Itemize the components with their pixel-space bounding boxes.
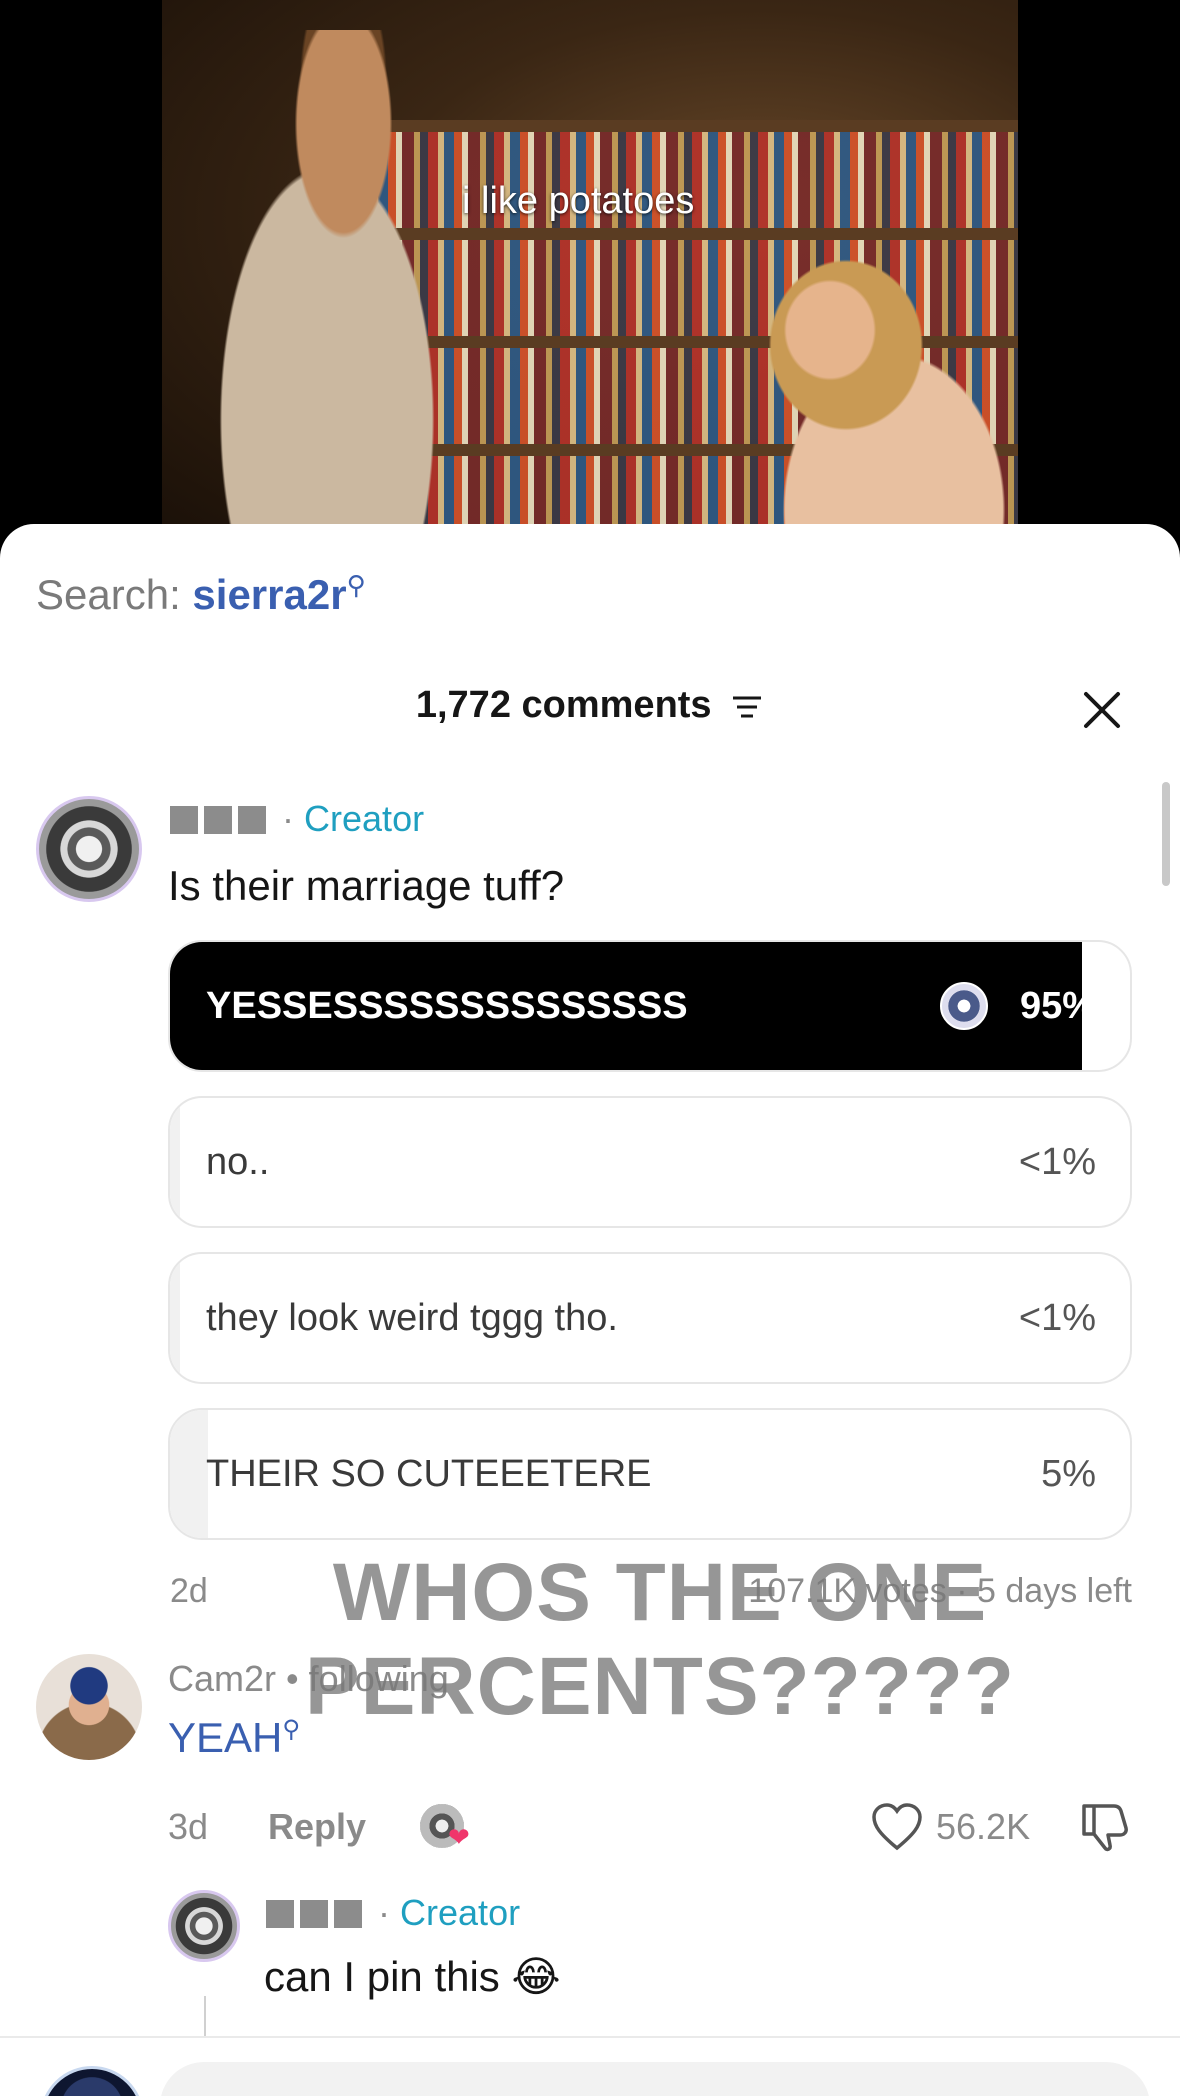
video-player[interactable]: i like potatoes bbox=[0, 0, 1180, 560]
redacted-name bbox=[204, 806, 232, 834]
poll-option-label: YESSESSSSSSSSSSSSSS bbox=[206, 985, 688, 1027]
poll-fill bbox=[170, 1410, 209, 1538]
comment-text[interactable]: YEAH⚲ bbox=[168, 1714, 300, 1762]
man-figure bbox=[162, 30, 492, 540]
comment-age: 3d bbox=[168, 1806, 209, 1847]
creator-tag: Creator bbox=[400, 1892, 521, 1933]
dislike-icon[interactable] bbox=[1078, 1800, 1134, 1854]
comment-input[interactable] bbox=[160, 2062, 1150, 2096]
overlay-text: WHOS THE ONE PERCENTS????? bbox=[300, 1546, 1020, 1734]
comment-text: can I pin this 😂 bbox=[264, 1953, 561, 2000]
avatar[interactable] bbox=[36, 796, 142, 902]
poll-option-percent: 5% bbox=[1041, 1453, 1096, 1495]
redacted-name bbox=[266, 1900, 294, 1928]
search-icon: ⚲ bbox=[346, 570, 366, 600]
poll-option-label: no.. bbox=[206, 1141, 270, 1183]
poll-option-percent: <1% bbox=[1018, 1141, 1096, 1183]
separator-dot: · bbox=[378, 1892, 391, 1933]
thread-line bbox=[204, 1996, 206, 2036]
video-frame bbox=[162, 0, 1018, 540]
reply-button[interactable]: Reply bbox=[268, 1806, 366, 1848]
scrollbar[interactable] bbox=[1162, 782, 1170, 886]
comment-author[interactable]: · Creator bbox=[266, 1892, 520, 1934]
comment-search-link[interactable]: YEAH bbox=[168, 1714, 282, 1761]
search-query[interactable]: sierra2r bbox=[192, 571, 346, 618]
avatar[interactable] bbox=[36, 1654, 142, 1760]
poll-option[interactable]: they look weird tggg tho. <1% bbox=[168, 1252, 1132, 1384]
like-count: 56.2K bbox=[936, 1806, 1031, 1847]
overlay-line: PERCENTS????? bbox=[305, 1641, 1015, 1732]
comments-sheet: Search: sierra2r⚲ 1,772 comments · Creat… bbox=[0, 524, 1180, 2096]
comment-text: Is their marriage tuff? bbox=[168, 862, 565, 909]
poll-option-percent: 95% bbox=[1019, 985, 1096, 1027]
redacted-name bbox=[300, 1900, 328, 1928]
poll-option-label: THEIR SO CUTEEETERE bbox=[206, 1453, 652, 1495]
heart-icon[interactable] bbox=[870, 1802, 924, 1852]
separator-dot: • bbox=[286, 1658, 299, 1699]
video-caption: i like potatoes bbox=[462, 180, 695, 222]
comment-author[interactable]: · Creator bbox=[170, 798, 424, 840]
search-icon: ⚲ bbox=[282, 1716, 300, 1743]
divider bbox=[0, 2036, 1180, 2038]
redacted-name bbox=[238, 806, 266, 834]
heart-badge-icon: ❤ bbox=[448, 1822, 470, 1852]
poll-fill bbox=[170, 1098, 180, 1226]
comments-header: 1,772 comments bbox=[0, 684, 1180, 744]
separator-dot: · bbox=[282, 798, 295, 839]
redacted-name bbox=[170, 806, 198, 834]
voter-avatar-icon bbox=[940, 982, 988, 1030]
author-name: Cam2r bbox=[168, 1658, 277, 1699]
search-suggestion[interactable]: Search: sierra2r⚲ bbox=[36, 570, 366, 619]
avatar[interactable] bbox=[168, 1890, 240, 1962]
filter-icon[interactable] bbox=[730, 692, 764, 722]
search-prefix: Search: bbox=[36, 571, 181, 618]
overlay-line: WHOS THE ONE bbox=[332, 1547, 988, 1638]
redacted-name bbox=[334, 1900, 362, 1928]
woman-figure bbox=[702, 240, 1018, 540]
close-icon[interactable] bbox=[1080, 688, 1124, 732]
poll-option[interactable]: no.. <1% bbox=[168, 1096, 1132, 1228]
comment-age: 2d bbox=[170, 1572, 208, 1610]
creator-tag: Creator bbox=[304, 798, 425, 839]
poll-fill bbox=[170, 1254, 180, 1382]
comment-count: 1,772 comments bbox=[415, 684, 712, 726]
poll-option[interactable]: THEIR SO CUTEEETERE 5% bbox=[168, 1408, 1132, 1540]
my-avatar bbox=[40, 2066, 144, 2096]
poll-option[interactable]: YESSESSSSSSSSSSSSSS 95% bbox=[168, 940, 1132, 1072]
poll-option-percent: <1% bbox=[1018, 1297, 1096, 1339]
poll-option-label: they look weird tggg tho. bbox=[206, 1297, 618, 1339]
